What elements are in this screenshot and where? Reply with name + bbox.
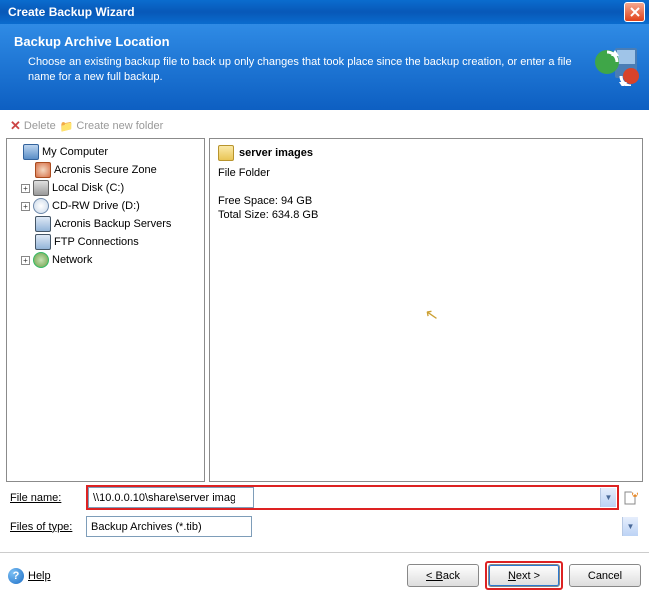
help-link[interactable]: ? Help (8, 568, 51, 584)
wizard-header: Backup Archive Location Choose an existi… (0, 24, 649, 110)
server-icon (35, 216, 51, 232)
expander-icon[interactable]: + (21, 256, 30, 265)
new-folder-icon: 📁 (60, 120, 74, 133)
filename-input[interactable] (88, 487, 254, 508)
filetype-select[interactable] (86, 516, 252, 537)
header-title: Backup Archive Location (14, 34, 635, 49)
tree-item[interactable]: Acronis Secure Zone (9, 161, 202, 179)
new-file-button[interactable]: ★ (623, 490, 639, 506)
cursor-icon: ↖ (423, 304, 440, 326)
tree-root[interactable]: My Computer (9, 143, 202, 161)
tree-item[interactable]: + Local Disk (C:) (9, 179, 202, 197)
delete-button: ✕ Delete (10, 118, 56, 134)
help-icon: ? (8, 568, 24, 584)
dropdown-icon[interactable]: ▼ (600, 488, 616, 507)
detail-free-space: Free Space: 94 GB (218, 195, 634, 207)
tree-item[interactable]: + Network (9, 251, 202, 269)
detail-type: File Folder (218, 167, 634, 179)
svg-text:★: ★ (630, 490, 639, 499)
create-folder-button: 📁 Create new folder (60, 120, 164, 133)
cd-icon (33, 198, 49, 214)
header-icon (593, 38, 641, 86)
filename-row: File name: ▼ ★ (6, 482, 643, 513)
filetype-label: Files of type: (10, 521, 82, 533)
network-icon (33, 252, 49, 268)
computer-icon (23, 144, 39, 160)
folder-icon (218, 145, 234, 161)
tree-item[interactable]: FTP Connections (9, 233, 202, 251)
footer: ? Help < Back Next > Cancel (0, 552, 649, 598)
close-icon (630, 7, 640, 17)
location-tree[interactable]: My Computer Acronis Secure Zone + Local … (6, 138, 205, 482)
back-button[interactable]: < Back (407, 564, 479, 587)
secure-zone-icon (35, 162, 51, 178)
header-description: Choose an existing backup file to back u… (14, 55, 635, 85)
next-button[interactable]: Next > (488, 564, 560, 587)
detail-title-row: server images (218, 145, 634, 161)
close-button[interactable] (624, 2, 645, 22)
detail-title: server images (239, 147, 313, 159)
detail-total-size: Total Size: 634.8 GB (218, 209, 634, 221)
detail-panel: server images File Folder Free Space: 94… (209, 138, 643, 482)
expander-icon[interactable]: + (21, 202, 30, 211)
delete-icon: ✕ (10, 118, 21, 134)
window-title: Create Backup Wizard (8, 5, 624, 19)
filename-label: File name: (10, 492, 82, 504)
next-highlight: Next > (485, 561, 563, 590)
filename-highlight: ▼ (86, 485, 619, 510)
disk-icon (33, 180, 49, 196)
filetype-row: Files of type: ▼ (6, 513, 643, 540)
tree-item[interactable]: Acronis Backup Servers (9, 215, 202, 233)
toolbar: ✕ Delete 📁 Create new folder (6, 116, 643, 136)
expander-icon[interactable]: + (21, 184, 30, 193)
dropdown-icon[interactable]: ▼ (622, 517, 638, 536)
ftp-icon (35, 234, 51, 250)
tree-item[interactable]: + CD-RW Drive (D:) (9, 197, 202, 215)
cancel-button[interactable]: Cancel (569, 564, 641, 587)
titlebar[interactable]: Create Backup Wizard (0, 0, 649, 24)
